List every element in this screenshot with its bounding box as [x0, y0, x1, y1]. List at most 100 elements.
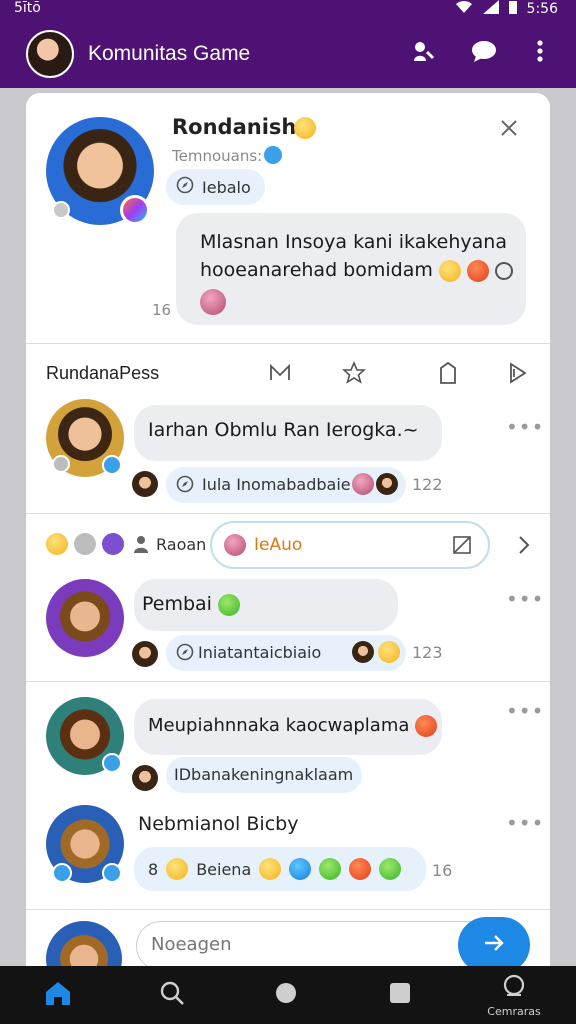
verified-icon [102, 863, 122, 883]
page-title: Komunitas Game [88, 42, 251, 65]
message-input[interactable] [151, 934, 451, 955]
reply-chip[interactable]: IDbanakeningnaklaam [166, 757, 362, 793]
post-count: 16 [152, 301, 172, 319]
divider [26, 513, 550, 514]
comment-bubble: Meupiahnnaka kaocwaplama [134, 699, 442, 755]
verified-icon [264, 146, 282, 164]
tab-bookmark[interactable] [436, 361, 460, 385]
tab-share[interactable] [506, 361, 530, 385]
swirl-emoji-icon [289, 858, 312, 880]
more-vert-icon [537, 40, 543, 68]
reaction-word: Beiena [196, 859, 252, 879]
comment-bubble: Pembai [134, 579, 398, 631]
close-button[interactable] [494, 115, 524, 145]
nav-home[interactable] [18, 966, 98, 1024]
reaction-chip-label: IeAuo [254, 535, 303, 555]
chat-button[interactable] [470, 40, 498, 68]
reply-avatar [132, 765, 158, 791]
star-icon [341, 360, 367, 389]
section-title: RundanaPess [46, 363, 160, 383]
reaction-blob-icon[interactable] [200, 289, 226, 315]
add-friend-button[interactable] [408, 40, 436, 68]
laugh-emoji-icon [378, 641, 400, 663]
reaction-avatar [352, 641, 374, 663]
chat-bubble-icon [471, 39, 497, 69]
image-icon [452, 535, 472, 559]
heart-eyes-emoji-icon [466, 259, 489, 282]
comment-text: Iarhan Obmlu Ran Ierogka.~ [148, 419, 419, 441]
search-icon [159, 980, 185, 1010]
presence-icon [52, 201, 70, 219]
mail-icon [268, 363, 292, 389]
bottom-navigation: Cemraras [0, 966, 576, 1024]
home-icon [44, 980, 72, 1010]
person-add-icon [410, 39, 435, 69]
reaction-label: Raoan [156, 535, 207, 554]
flower-emoji-icon [224, 534, 246, 556]
post-tag-label: Iebalo [202, 177, 251, 197]
chevron-right-icon [512, 536, 536, 561]
reply-text: IDbanakeningnaklaam [174, 765, 354, 784]
more-options-icon[interactable]: ••• [506, 587, 544, 611]
comment-text: Pembai [142, 593, 212, 615]
reply-avatar [132, 471, 158, 497]
post-author-name: Rondanisha [172, 115, 311, 139]
presence-icon [52, 863, 72, 883]
smile-emoji-icon [294, 117, 316, 139]
send-button[interactable] [458, 917, 530, 973]
reply-count: 122 [412, 475, 443, 494]
nav-camera[interactable]: Cemraras [474, 966, 554, 1024]
feed-card: Rondanisha Temnouans: Iebalo Mlasnan Ins… [26, 93, 550, 983]
compass-icon [176, 643, 194, 666]
nav-search[interactable] [132, 966, 212, 1024]
more-options-icon[interactable]: ••• [506, 811, 544, 835]
divider [26, 909, 550, 910]
chevron-right-button[interactable] [512, 533, 536, 557]
post-message-line2: hooeanarehad bomidam [200, 259, 433, 281]
cool-emoji-icon [259, 858, 282, 880]
send-arrow-icon [483, 932, 505, 958]
verified-icon [102, 753, 122, 773]
reply-avatar [132, 641, 158, 667]
profile-avatar[interactable] [26, 30, 74, 78]
nav-square[interactable] [360, 966, 440, 1024]
reaction-count: 16 [432, 861, 453, 880]
ghost-emoji-icon [102, 533, 124, 555]
post-message-bubble: Mlasnan Insoya kani ikakehyana hooeanare… [176, 213, 526, 325]
comment-text: Meupiahnnaka kaocwaplama [148, 715, 410, 736]
verified-icon [102, 455, 122, 475]
reply-text: Iniatantaicbiaio [198, 643, 322, 662]
gear-emoji-icon [74, 533, 96, 555]
compass-icon [176, 176, 194, 198]
reaction-chip[interactable]: IeAuo [210, 521, 490, 569]
app-bar: Komunitas Game [0, 20, 576, 88]
circle-icon [274, 981, 298, 1009]
fire-emoji-icon [349, 858, 372, 880]
comment-avatar[interactable] [46, 579, 124, 657]
tab-mail[interactable] [268, 361, 292, 385]
reaction-emoji-icon [352, 473, 374, 495]
comment-bubble: Iarhan Obmlu Ran Ierogka.~ [134, 405, 442, 461]
nav-circle[interactable] [246, 966, 326, 1024]
tab-star[interactable] [341, 360, 367, 385]
more-options-icon[interactable]: ••• [506, 699, 544, 723]
post-tag-chip[interactable]: Iebalo [166, 169, 265, 205]
grin-emoji-icon [438, 259, 461, 282]
compass-icon [176, 475, 194, 498]
reaction-avatar [376, 473, 398, 495]
reply-count: 123 [412, 643, 443, 662]
reaction-summary[interactable]: 8 Beiena [134, 847, 426, 891]
signal-icon [482, 0, 499, 18]
divider [26, 681, 550, 682]
close-icon [500, 119, 518, 141]
more-options-icon[interactable]: ••• [506, 415, 544, 439]
status-bar: 5ītō 5:56 [0, 0, 576, 20]
camera-icon [501, 973, 527, 1003]
reply-text: Iula Inomabadbaie [202, 475, 351, 494]
smile-emoji-icon [166, 858, 189, 880]
dizzy-emoji-icon [495, 261, 514, 280]
post-subtitle: Temnouans: [172, 147, 263, 165]
overflow-menu-button[interactable] [526, 40, 554, 68]
person-icon [132, 535, 150, 557]
status-time: 5:56 [526, 1, 558, 17]
